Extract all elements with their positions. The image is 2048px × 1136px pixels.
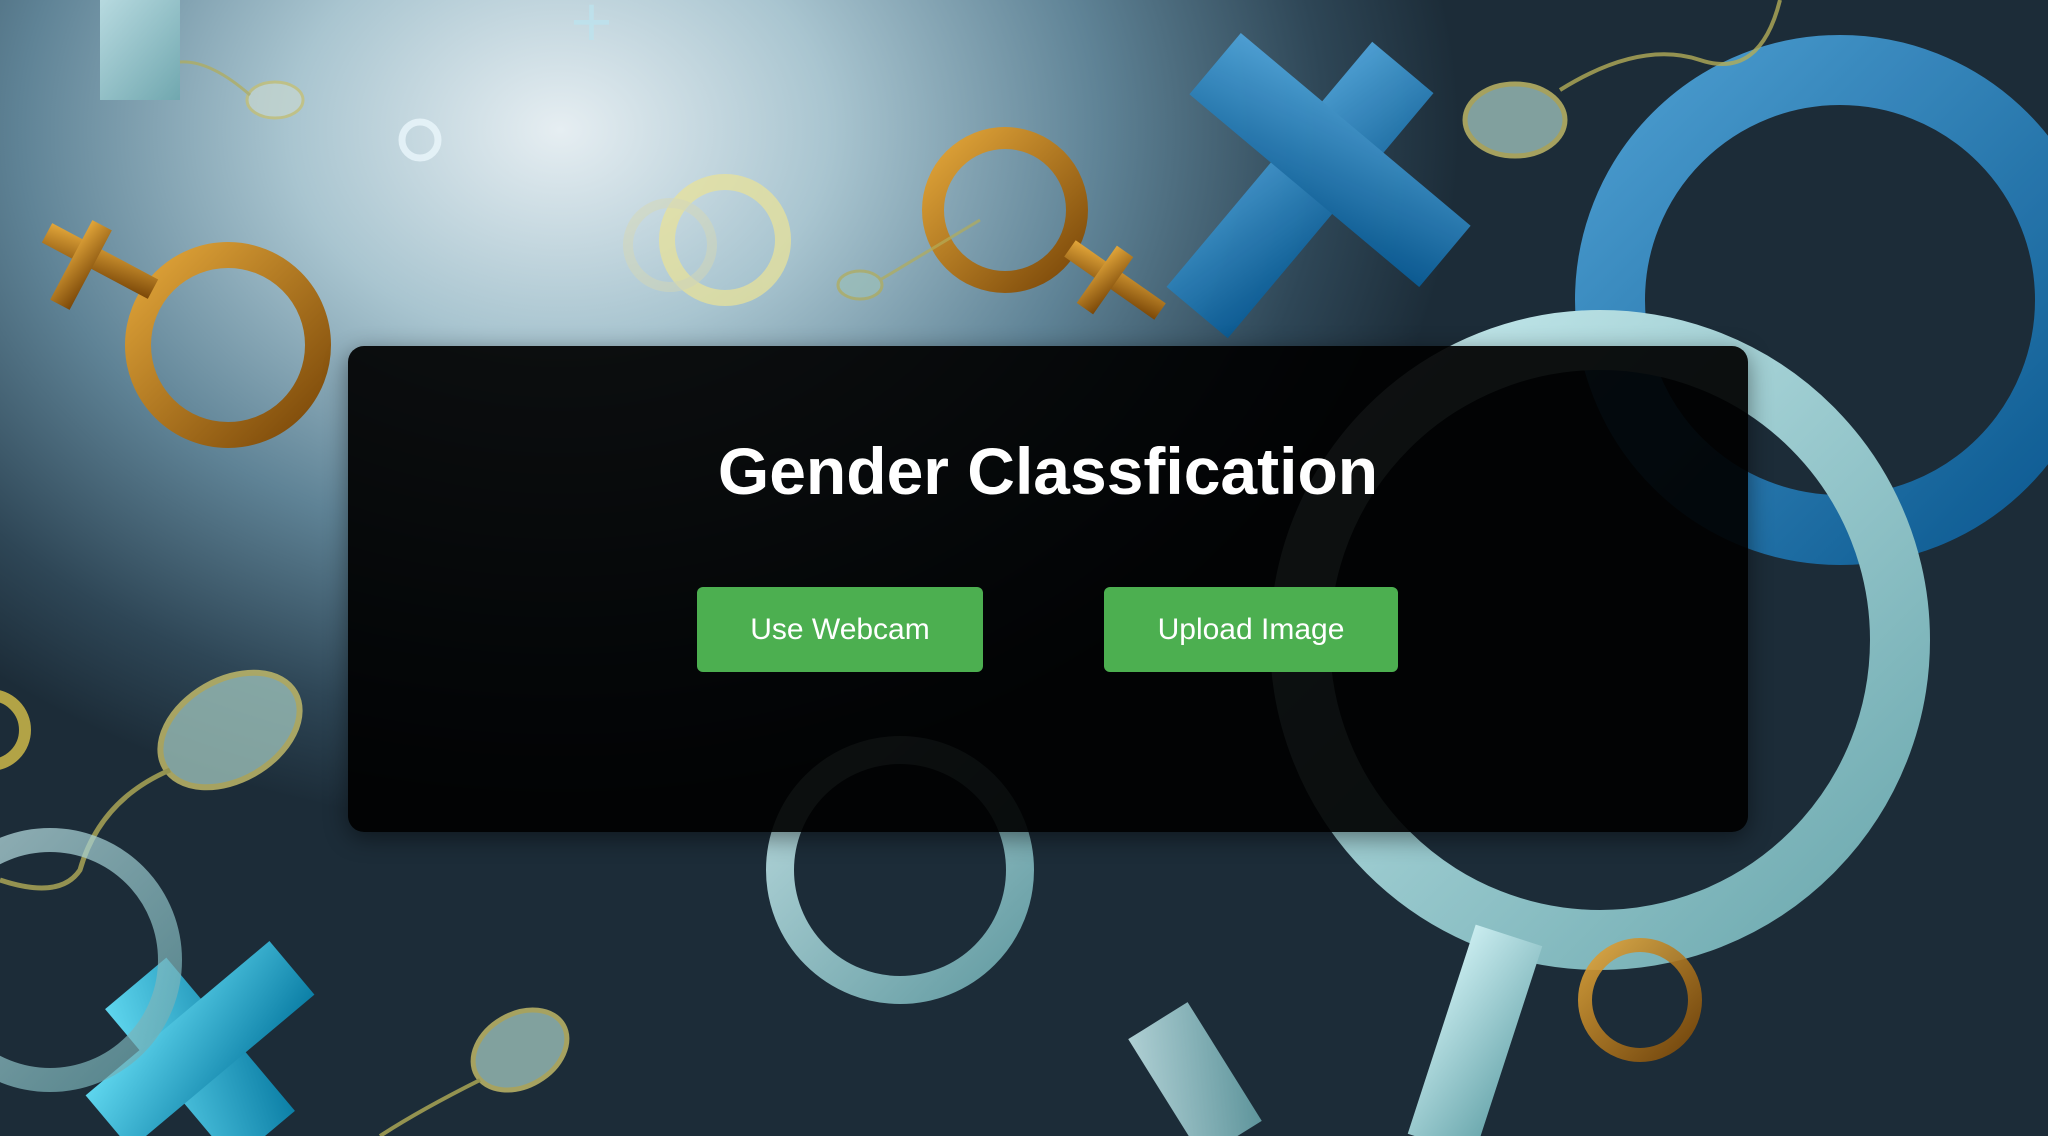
female-symbol-icon [85, 941, 315, 1136]
female-symbol-icon [0, 690, 31, 770]
female-symbol-icon [41, 220, 331, 448]
female-symbol-icon [398, 118, 442, 162]
male-symbol-icon [623, 174, 791, 306]
svg-text:+: + [568, 0, 615, 54]
sperm-icon [378, 1007, 570, 1136]
upload-image-button[interactable]: Upload Image [1104, 587, 1398, 672]
page-title: Gender Classfication [717, 434, 1379, 508]
male-symbol-icon [1128, 1002, 1262, 1136]
main-panel: Gender Classfication Use Webcam Upload I… [348, 346, 1748, 832]
sperm-icon [0, 669, 303, 891]
use-webcam-button[interactable]: Use Webcam [697, 587, 983, 672]
female-symbol-icon [0, 828, 182, 1092]
sperm-icon [179, 60, 305, 120]
male-symbol-icon [100, 0, 180, 100]
